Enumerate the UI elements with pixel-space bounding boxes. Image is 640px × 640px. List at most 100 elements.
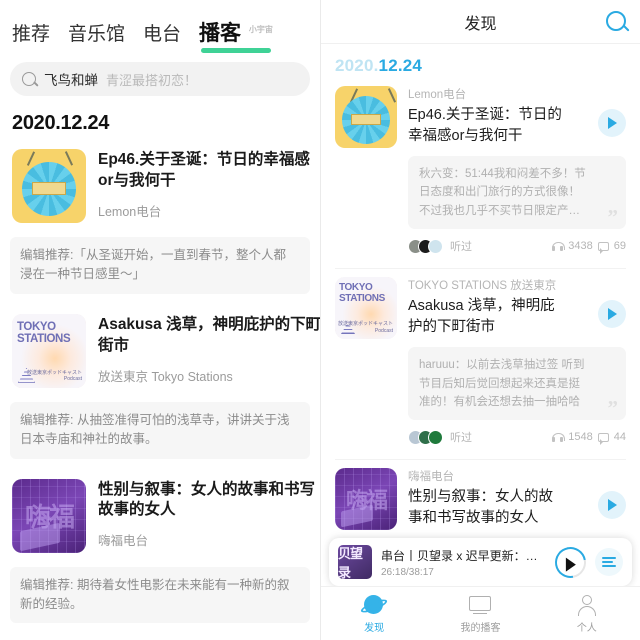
lemon-radio-artwork[interactable] bbox=[335, 86, 397, 148]
play-icon[interactable] bbox=[548, 540, 593, 584]
episode-title-line2: 街市 bbox=[98, 336, 130, 354]
hifu-radio-artwork[interactable]: 嗨福 bbox=[335, 468, 397, 531]
antenna-right-icon bbox=[387, 88, 396, 103]
person-icon bbox=[534, 594, 640, 616]
discover-header: 发现 bbox=[321, 0, 640, 44]
recommendation-line2: 浸在一种节日感里～」 bbox=[20, 267, 146, 282]
episode-title-line2: or与我何干 bbox=[98, 171, 176, 189]
episode-row[interactable]: Ep46.关于圣诞：节日的幸福感 or与我何干 Lemon电台 bbox=[0, 141, 320, 229]
date-header: 2020.12.24 bbox=[321, 44, 640, 80]
recommendation-line1: 编辑推荐: 从抽签准得可怕的浅草寺，讲讲关于浅 bbox=[20, 412, 290, 427]
headphones-icon bbox=[552, 432, 566, 442]
avatar bbox=[428, 238, 443, 254]
card-body: 嗨福电台 性别与叙事：女人的故 事和书写故事的女人 bbox=[408, 468, 626, 530]
card-title-line2: 护的下町街市 bbox=[408, 319, 495, 336]
card-show-name[interactable]: Lemon电台 bbox=[408, 86, 626, 102]
episode-card[interactable]: Lemon电台 Ep46.关于圣诞：节日的 幸福感or与我何干 秋六变：51:4… bbox=[321, 80, 640, 258]
stats-right: 3438 69 bbox=[552, 240, 626, 254]
quote-line3: 准的！有机会还想去抽一抽哈哈 bbox=[419, 395, 580, 408]
card-title-line1: Ep46.关于圣诞：节日的 bbox=[408, 107, 562, 123]
recommendation-line1: 编辑推荐: 期待着女性电影在未来能有一种新的叙 bbox=[20, 577, 290, 592]
episode-show-name[interactable]: Lemon电台 bbox=[98, 201, 308, 220]
listened-label: 听过 bbox=[450, 432, 472, 445]
comment-icon bbox=[597, 432, 609, 445]
recommendation-line2: 新的经验。 bbox=[20, 596, 83, 611]
player-time: 26:18/38:17 bbox=[381, 566, 434, 578]
dual-screenshot-container: 推荐 音乐馆 电台 播客 小宇宙 飞鸟和蝉 青涩最搭初恋！ 2020.12.24 bbox=[0, 0, 640, 640]
nav-item-discover[interactable]: 发现 bbox=[321, 594, 427, 634]
tab-radio[interactable]: 电台 bbox=[143, 25, 181, 48]
headphones-icon bbox=[552, 241, 566, 251]
card-title-row: Asakusa 浅草，神明庇 护的下町街市 bbox=[408, 296, 626, 338]
play-count: 1548 bbox=[568, 431, 593, 444]
episode-show-name[interactable]: 放送東京 Tokyo Stations bbox=[98, 366, 308, 385]
play-icon[interactable] bbox=[598, 109, 626, 137]
dial-plate-shape bbox=[32, 182, 66, 195]
player-info: 串台丨贝望录 x 迟早更新：耳… 26:18/38:17 bbox=[381, 547, 546, 578]
editor-recommendation: 编辑推荐:「从圣诞开始，一直到春节，整个人都 浸在一种节日感里～」 bbox=[10, 237, 310, 294]
dial-plate-shape bbox=[351, 114, 381, 125]
card-title-line2: 事和书写故事的女人 bbox=[408, 510, 539, 527]
card-header: Lemon电台 Ep46.关于圣诞：节日的 幸福感or与我何干 bbox=[335, 86, 626, 148]
mini-player[interactable]: 贝望录 串台丨贝望录 x 迟早更新：耳… 26:18/38:17 bbox=[329, 538, 632, 586]
artwork-podcast-label: 放送東京ポッドキャスト Podcast bbox=[337, 321, 393, 334]
queue-list-icon[interactable] bbox=[595, 548, 623, 576]
card-title-line2: 幸福感or与我何干 bbox=[408, 128, 523, 145]
episode-row[interactable]: 嗨福 性别与叙事：女人的故事和书写 故事的女人 嗨福电台 bbox=[0, 471, 320, 559]
card-show-name[interactable]: 嗨福电台 bbox=[408, 468, 626, 484]
card-title: Ep46.关于圣诞：节日的 幸福感or与我何干 bbox=[408, 105, 592, 147]
comment-count: 44 bbox=[613, 431, 626, 444]
hifu-radio-artwork[interactable]: 嗨福 bbox=[12, 478, 86, 553]
card-title: 性别与叙事：女人的故 事和书写故事的女人 bbox=[408, 487, 592, 529]
card-show-name[interactable]: TOKYO STATIONS 放送東京 bbox=[408, 277, 626, 293]
comment-quote[interactable]: haruuu：以前去浅草抽过签 听到 节目后知后觉回想起来还真是挺 准的！有机会… bbox=[408, 347, 626, 421]
player-title: 串台丨贝望录 x 迟早更新：耳… bbox=[381, 548, 546, 563]
search-bar[interactable]: 飞鸟和蝉 青涩最搭初恋！ bbox=[10, 62, 310, 96]
search-icon[interactable] bbox=[606, 11, 626, 31]
episode-card[interactable]: 嗨福 嗨福电台 性别与叙事：女人的故 事和书写故事的女人 bbox=[321, 462, 640, 532]
episode-meta: Ep46.关于圣诞：节日的幸福感 or与我何干 Lemon电台 bbox=[98, 149, 310, 223]
episode-meta: Asakusa 浅草，神明庇护的下町 街市 放送東京 Tokyo Station… bbox=[98, 314, 320, 388]
episode-title-line1: Ep46.关于圣诞：节日的幸福感 bbox=[98, 151, 310, 168]
tab-music-hall-label: 音乐馆 bbox=[68, 24, 126, 45]
quote-mark-icon: ” bbox=[607, 395, 619, 420]
top-tab-bar: 推荐 音乐馆 电台 播客 小宇宙 bbox=[0, 0, 320, 53]
queue-line bbox=[602, 561, 613, 563]
episode-card[interactable]: TOKYO STATIONS 放送東京ポッドキャスト Podcast TOKYO S… bbox=[321, 271, 640, 449]
artwork-podcast-label: 放送東京ポッドキャスト Podcast bbox=[26, 369, 82, 383]
queue-line bbox=[602, 565, 616, 567]
tokyo-stations-artwork[interactable]: TOKYO STATIONS 放送東京ポッドキャスト Podcast bbox=[12, 313, 86, 388]
artwork-title-text: TOKYO STATIONS bbox=[339, 282, 385, 304]
tab-podcast[interactable]: 播客 小宇宙 bbox=[199, 22, 273, 53]
nav-item-profile[interactable]: 个人 bbox=[534, 594, 640, 634]
episode-show-name[interactable]: 嗨福电台 bbox=[98, 530, 308, 549]
date-year: 2020. bbox=[335, 56, 379, 75]
nav-label-profile: 个人 bbox=[576, 622, 597, 634]
card-stats: 听过 1548 44 bbox=[408, 427, 626, 447]
quote-mark-icon: ” bbox=[607, 204, 619, 229]
tab-recommend-label: 推荐 bbox=[12, 24, 51, 45]
card-title-row: 性别与叙事：女人的故 事和书写故事的女人 bbox=[408, 487, 626, 529]
episode-meta: 性别与叙事：女人的故事和书写 故事的女人 嗨福电台 bbox=[98, 479, 315, 553]
player-artwork[interactable]: 贝望录 bbox=[338, 545, 372, 579]
search-input-value[interactable]: 飞鸟和蝉 bbox=[44, 69, 98, 89]
planet-icon bbox=[321, 594, 427, 616]
episode-title-line1: Asakusa 浅草，神明庇护的下町 bbox=[98, 315, 320, 333]
listener-avatars bbox=[408, 238, 443, 254]
episode-title: Ep46.关于圣诞：节日的幸福感 or与我何干 bbox=[98, 150, 310, 192]
tab-recommend[interactable]: 推荐 bbox=[12, 25, 50, 48]
episode-row[interactable]: TOKYO STATIONS 放送東京ポッドキャスト Podcast Asakusa… bbox=[0, 306, 320, 394]
tab-active-underline bbox=[201, 48, 271, 53]
comment-quote[interactable]: 秋六变：51:44我和闷差不多！节 日态度和出门旅行的方式很像！ 不过我也几乎不… bbox=[408, 156, 626, 230]
play-icon[interactable] bbox=[598, 491, 626, 520]
nav-item-my-podcasts[interactable]: 我的播客 bbox=[427, 594, 533, 634]
tab-music-hall[interactable]: 音乐馆 bbox=[68, 25, 125, 48]
search-hint-text: 青涩最搭初恋！ bbox=[106, 72, 198, 88]
lemon-radio-artwork[interactable] bbox=[12, 149, 86, 223]
tab-podcast-label: 播客 bbox=[199, 22, 242, 45]
play-icon[interactable] bbox=[598, 300, 626, 329]
editor-recommendation: 编辑推荐: 从抽签准得可怕的浅草寺，讲讲关于浅 日本寺庙和神社的故事。 bbox=[10, 401, 310, 459]
nav-label-my-podcasts: 我的播客 bbox=[460, 622, 501, 634]
tokyo-stations-artwork[interactable]: TOKYO STATIONS 放送東京ポッドキャスト Podcast bbox=[335, 277, 397, 340]
queue-line bbox=[602, 557, 616, 559]
